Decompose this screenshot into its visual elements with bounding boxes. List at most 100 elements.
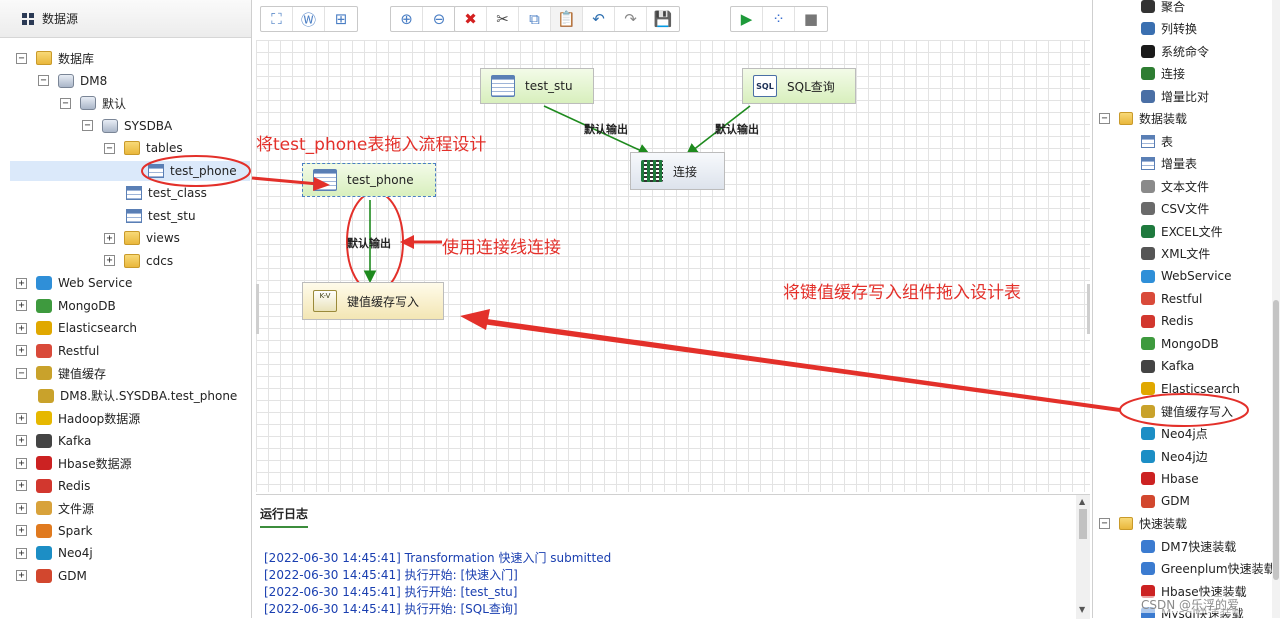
component-表[interactable]: 表: [1141, 131, 1173, 151]
tree-node-dm8-默认-sysdba-test-phone[interactable]: DM8.默认.SYSDBA.test_phone: [38, 386, 237, 406]
log-scrollbar[interactable]: ▲ ▼: [1076, 495, 1090, 619]
flow-design-canvas[interactable]: test_stu SQL SQL查询 连接 test_phone K-V 键值缓…: [256, 40, 1090, 492]
zoom-in-icon[interactable]: ⊕: [391, 7, 423, 31]
component-scrollbar[interactable]: [1272, 0, 1280, 618]
component-系统命令[interactable]: 系统命令: [1141, 41, 1209, 61]
component-mongodb[interactable]: MongoDB: [1141, 334, 1219, 354]
copy-icon[interactable]: ⧉: [519, 7, 551, 31]
expand-icon[interactable]: +: [16, 570, 27, 581]
log-scroll-thumb[interactable]: [1079, 509, 1087, 539]
paste-icon[interactable]: 📋: [551, 7, 583, 31]
node-kv-write[interactable]: K-V 键值缓存写入: [302, 282, 444, 320]
component-增量表[interactable]: 增量表: [1141, 154, 1197, 174]
save-icon[interactable]: 💾: [647, 7, 679, 31]
tree-node-test-class[interactable]: test_class: [126, 183, 207, 203]
component-hbase[interactable]: Hbase: [1141, 469, 1199, 489]
tree-node-elasticsearch[interactable]: + Elasticsearch: [16, 318, 137, 338]
expand-icon[interactable]: +: [16, 345, 27, 356]
tree-node-键值缓存[interactable]: − 键值缓存: [16, 363, 106, 383]
tree-node-hadoop数据源[interactable]: + Hadoop数据源: [16, 408, 140, 428]
zoom-out-icon[interactable]: ⊖: [423, 7, 455, 31]
tree-node-hbase数据源[interactable]: + Hbase数据源: [16, 453, 132, 473]
run-icon[interactable]: ▶: [731, 7, 763, 31]
expand-icon[interactable]: +: [16, 412, 27, 424]
tree-node-views[interactable]: + views: [104, 228, 180, 248]
tree-node-数据库[interactable]: − 数据库: [16, 48, 94, 68]
component-聚合[interactable]: 聚合: [1141, 0, 1185, 16]
tree-node-文件源[interactable]: + 文件源: [16, 498, 94, 518]
scroll-up-icon[interactable]: ▲: [1079, 497, 1085, 506]
component-数据装载[interactable]: − 数据装载: [1099, 109, 1187, 129]
collapse-icon[interactable]: −: [38, 75, 49, 86]
component-elasticsearch[interactable]: Elasticsearch: [1141, 379, 1240, 399]
tree-node-redis[interactable]: + Redis: [16, 476, 90, 496]
redo-icon[interactable]: ↷: [615, 7, 647, 31]
tree-node-test-phone[interactable]: test_phone: [10, 160, 250, 181]
collapse-icon[interactable]: −: [60, 97, 71, 109]
tree-node-spark[interactable]: + Spark: [16, 521, 92, 541]
node-join[interactable]: 连接: [630, 152, 725, 190]
stop-icon[interactable]: ■: [795, 7, 827, 31]
tree-node-test-stu[interactable]: test_stu: [126, 206, 196, 226]
step-icon[interactable]: ⁘: [763, 7, 795, 31]
component-xml文件[interactable]: XML文件: [1141, 244, 1210, 264]
component-文本文件[interactable]: 文本文件: [1141, 176, 1209, 196]
expand-icon[interactable]: +: [16, 435, 27, 446]
component-redis[interactable]: Redis: [1141, 311, 1193, 331]
expand-icon[interactable]: +: [104, 255, 115, 266]
fullscreen-icon[interactable]: ⛶: [261, 7, 293, 31]
expand-icon[interactable]: +: [16, 502, 27, 514]
collapse-icon[interactable]: −: [16, 52, 27, 64]
tree-node-cdcs[interactable]: + cdcs: [104, 251, 173, 271]
component-dm7快速装载[interactable]: DM7快速装载: [1141, 536, 1236, 556]
expand-icon[interactable]: +: [16, 480, 27, 491]
expand-icon[interactable]: +: [16, 457, 27, 469]
tree-node-mongodb[interactable]: + MongoDB: [16, 296, 116, 316]
component-连接[interactable]: 连接: [1141, 64, 1185, 84]
canvas-scroll-handle-left[interactable]: [256, 284, 259, 334]
collapse-icon[interactable]: −: [1099, 113, 1110, 124]
collapse-icon[interactable]: −: [104, 142, 115, 154]
w-icon[interactable]: Ⓦ: [293, 7, 325, 31]
component-csv文件[interactable]: CSV文件: [1141, 199, 1209, 219]
tree-node-sysdba[interactable]: − SYSDBA: [82, 116, 172, 136]
tree-node-restful[interactable]: + Restful: [16, 341, 99, 361]
scroll-down-icon[interactable]: ▼: [1079, 605, 1085, 614]
collapse-icon[interactable]: −: [82, 120, 93, 131]
delete-icon[interactable]: ✖: [455, 7, 487, 31]
node-test-stu[interactable]: test_stu: [480, 68, 594, 104]
component-列转换[interactable]: 列转换: [1141, 19, 1197, 39]
grid-icon[interactable]: ⊞: [325, 7, 357, 31]
component-greenplum快速装载[interactable]: Greenplum快速装载: [1141, 559, 1276, 579]
component-excel文件[interactable]: EXCEL文件: [1141, 221, 1223, 241]
expand-icon[interactable]: +: [16, 300, 27, 311]
component-增量比对[interactable]: 增量比对: [1141, 86, 1209, 106]
node-sql-query[interactable]: SQL SQL查询: [742, 68, 856, 104]
tree-node-kafka[interactable]: + Kafka: [16, 431, 91, 451]
cut-icon[interactable]: ✂: [487, 7, 519, 31]
expand-icon[interactable]: +: [16, 277, 27, 289]
expand-icon[interactable]: +: [104, 232, 115, 244]
component-scroll-thumb[interactable]: [1273, 300, 1279, 580]
expand-icon[interactable]: +: [16, 547, 27, 559]
tree-node-tables[interactable]: − tables: [104, 138, 183, 158]
tree-node-dm8[interactable]: − DM8: [38, 71, 107, 91]
component-neo4j点[interactable]: Neo4j点: [1141, 424, 1208, 444]
component-快速装载[interactable]: − 快速装载: [1099, 514, 1187, 534]
component-neo4j边[interactable]: Neo4j边: [1141, 446, 1208, 466]
collapse-icon[interactable]: −: [16, 367, 27, 379]
expand-icon[interactable]: +: [16, 525, 27, 536]
component-gdm[interactable]: GDM: [1141, 491, 1190, 511]
tree-node-gdm[interactable]: + GDM: [16, 566, 87, 586]
component-kafka[interactable]: Kafka: [1141, 356, 1194, 376]
tree-node-默认[interactable]: − 默认: [60, 93, 126, 113]
node-test-phone[interactable]: test_phone: [302, 163, 436, 197]
tree-node-web-service[interactable]: + Web Service: [16, 273, 132, 293]
undo-icon[interactable]: ↶: [583, 7, 615, 31]
component-键值缓存写入[interactable]: 键值缓存写入: [1141, 401, 1233, 421]
collapse-icon[interactable]: −: [1099, 518, 1110, 529]
tree-node-neo4j[interactable]: + Neo4j: [16, 543, 93, 563]
expand-icon[interactable]: +: [16, 322, 27, 334]
canvas-scroll-handle-right[interactable]: [1087, 284, 1090, 334]
component-webservice[interactable]: WebService: [1141, 266, 1232, 286]
